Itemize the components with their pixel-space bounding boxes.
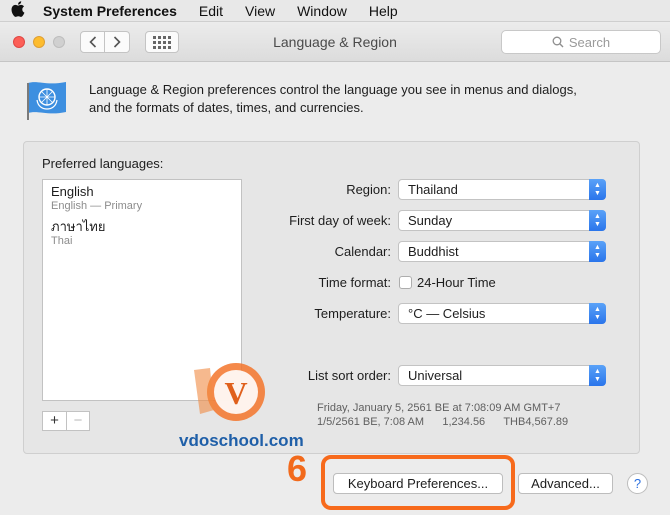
vdoschool-logo: V (194, 363, 265, 421)
intro-description: Language & Region preferences control th… (89, 81, 649, 117)
temperature-value: °C — Celsius (408, 306, 486, 321)
sample-date-line: Friday, January 5, 2561 BE at 7:08:09 AM… (317, 402, 561, 414)
time-format-label: Time format: (318, 275, 391, 290)
temperature-popup[interactable]: °C — Celsius ▲ ▼ (398, 303, 606, 324)
menu-system-preferences[interactable]: System Preferences (32, 3, 188, 19)
popup-stepper-icon: ▲ ▼ (589, 179, 606, 200)
region-popup[interactable]: Thailand ▲ ▼ (398, 179, 606, 200)
calendar-value: Buddhist (408, 244, 459, 259)
search-icon (552, 36, 564, 48)
sample-number-line: 1/5/2561 BE, 7:08 AM 1,234.56 THB4,567.8… (317, 416, 569, 428)
intro-line-2: and the formats of dates, times, and cur… (89, 100, 364, 115)
tutorial-highlight-box (321, 455, 515, 510)
search-field[interactable]: Search (501, 30, 661, 54)
menu-edit[interactable]: Edit (188, 3, 234, 19)
intro-line-1: Language & Region preferences control th… (89, 82, 577, 97)
region-label: Region: (346, 182, 391, 197)
calendar-label: Calendar: (334, 244, 391, 259)
help-button[interactable]: ? (627, 473, 648, 494)
first-day-popup[interactable]: Sunday ▲ ▼ (398, 210, 606, 231)
menu-view[interactable]: View (234, 3, 286, 19)
add-remove-bar: + − (42, 411, 90, 431)
popup-stepper-icon: ▲ ▼ (589, 303, 606, 324)
temperature-label: Temperature: (314, 306, 391, 321)
watermark-site: vdoschool.com (179, 431, 304, 450)
popup-stepper-icon: ▲ ▼ (589, 365, 606, 386)
24-hour-checkbox[interactable] (399, 276, 412, 289)
region-value: Thailand (408, 182, 458, 197)
advanced-button[interactable]: Advanced... (518, 473, 613, 494)
add-language-button[interactable]: + (43, 412, 66, 430)
search-placeholder: Search (568, 34, 611, 50)
apple-menu-icon[interactable] (4, 0, 32, 21)
popup-stepper-icon: ▲ ▼ (589, 241, 606, 262)
sort-order-popup[interactable]: Universal ▲ ▼ (398, 365, 606, 386)
window-titlebar: Language & Region Search (0, 22, 670, 62)
first-day-value: Sunday (408, 213, 453, 228)
24-hour-label: 24-Hour Time (417, 275, 496, 290)
menu-window[interactable]: Window (286, 3, 358, 19)
preferred-languages-label: Preferred languages: (42, 156, 164, 171)
remove-language-button[interactable]: − (65, 412, 89, 430)
sort-order-value: Universal (408, 368, 463, 383)
first-day-label: First day of week: (289, 213, 391, 228)
language-subtitle: English — Primary (51, 200, 143, 212)
tutorial-step-number: 6 (287, 448, 308, 489)
menu-bar: System Preferences Edit View Window Help (0, 0, 670, 22)
time-format-option[interactable]: 24-Hour Time (399, 275, 496, 290)
menu-help[interactable]: Help (358, 3, 409, 19)
popup-stepper-icon: ▲ ▼ (589, 210, 606, 231)
svg-text:V: V (224, 375, 247, 411)
un-flag-icon (27, 82, 66, 120)
calendar-popup[interactable]: Buddhist ▲ ▼ (398, 241, 606, 262)
